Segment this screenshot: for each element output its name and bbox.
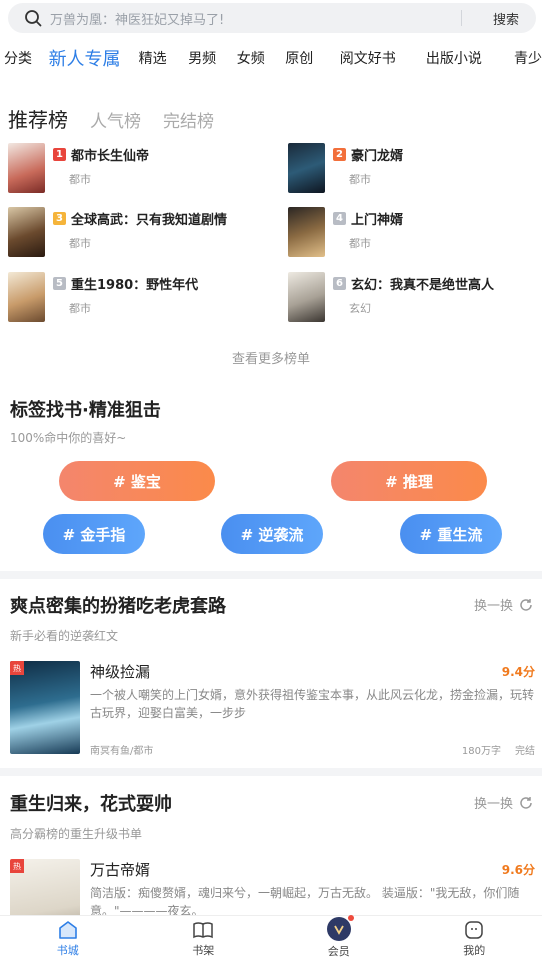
book-description: 一个被人嘲笑的上门女婿，意外获得祖传鉴宝本事，从此风云化龙，捞金捡漏，玩转古玩界… bbox=[90, 688, 535, 720]
nav-profile[interactable]: 我的 bbox=[407, 916, 542, 964]
rank-item[interactable]: 3 全球高武：只有我知道剧情 都市 bbox=[8, 207, 227, 257]
section-divider bbox=[0, 571, 542, 579]
tag-pill[interactable]: # 逆袭流 bbox=[221, 514, 323, 554]
nav-label: 我的 bbox=[463, 944, 486, 957]
book-author: 南冥有鱼/都市 bbox=[90, 746, 154, 757]
tab-published[interactable]: 出版小说 bbox=[426, 40, 514, 68]
book-cover bbox=[8, 207, 45, 257]
rank-number-badge: 2 bbox=[333, 148, 346, 161]
tab-new-user[interactable]: 新人专属 bbox=[49, 40, 139, 71]
tag-section-subtitle: 100%命中你的喜好~ bbox=[10, 431, 127, 445]
rank-item[interactable]: 5 重生1980：野性年代 都市 bbox=[8, 272, 198, 322]
tab-male[interactable]: 男频 bbox=[188, 40, 237, 68]
rank-book-tag: 都市 bbox=[69, 237, 91, 250]
book-status: 完结 bbox=[515, 746, 535, 757]
tab-good-books[interactable]: 阅文好书 bbox=[340, 40, 426, 68]
book-cover bbox=[288, 207, 325, 257]
book-card[interactable]: 热 神级捡漏 9.4分 一个被人嘲笑的上门女婿，意外获得祖传鉴宝本事，从此风云化… bbox=[10, 661, 535, 757]
section-subtitle: 新手必看的逆袭红文 bbox=[10, 629, 119, 643]
vip-icon bbox=[326, 915, 354, 941]
rank-book-title: 重生1980：野性年代 bbox=[71, 278, 199, 293]
rank-item[interactable]: 2 豪门龙婿 都市 bbox=[288, 143, 403, 193]
hot-badge: 热 bbox=[10, 661, 24, 675]
rank-number-badge: 4 bbox=[333, 212, 346, 225]
profile-icon bbox=[465, 921, 483, 939]
rank-book-tag: 都市 bbox=[349, 173, 371, 186]
refresh-button[interactable]: 换一换 bbox=[474, 595, 533, 614]
refresh-button[interactable]: 换一换 bbox=[474, 793, 533, 812]
nav-vip[interactable]: 会员 bbox=[271, 915, 407, 964]
section-title: 重生归来，花式耍帅 bbox=[10, 794, 172, 815]
bookstore-icon bbox=[58, 921, 77, 939]
rank-book-tag: 都市 bbox=[69, 173, 91, 186]
book-title: 万古帝婿 bbox=[90, 861, 151, 879]
refresh-label: 换一换 bbox=[474, 599, 514, 614]
search-divider bbox=[461, 10, 462, 26]
rank-number-badge: 3 bbox=[53, 212, 66, 225]
tab-youth[interactable]: 青少 bbox=[514, 40, 542, 68]
tab-finished-rank[interactable]: 完结榜 bbox=[163, 107, 214, 132]
rank-item[interactable]: 6 玄幻：我真不是绝世高人 玄幻 bbox=[288, 272, 494, 322]
section-subtitle: 高分霸榜的重生升级书单 bbox=[10, 827, 143, 841]
hot-badge: 热 bbox=[10, 859, 24, 873]
refresh-icon bbox=[520, 796, 532, 809]
tag-pill[interactable]: # 推理 bbox=[331, 461, 487, 501]
rank-book-tag: 都市 bbox=[69, 302, 91, 315]
book-word-count: 180万字 bbox=[461, 746, 501, 757]
tab-featured[interactable]: 精选 bbox=[139, 40, 189, 68]
book-score: 9.4分 bbox=[501, 665, 535, 679]
rank-item[interactable]: 1 都市长生仙帝 都市 bbox=[8, 143, 149, 193]
tag-pill[interactable]: # 鉴宝 bbox=[59, 461, 215, 501]
book-cover bbox=[8, 272, 45, 322]
nav-label: 会员 bbox=[327, 945, 350, 958]
book-cover: 热 bbox=[10, 661, 80, 754]
rank-book-title: 都市长生仙帝 bbox=[71, 149, 150, 164]
rank-item[interactable]: 4 上门神婿 都市 bbox=[288, 207, 403, 257]
tab-popular-rank[interactable]: 人气榜 bbox=[90, 107, 141, 132]
book-cover bbox=[288, 143, 325, 193]
notification-dot bbox=[347, 915, 354, 921]
tag-pill[interactable]: # 重生流 bbox=[400, 514, 502, 554]
book-cover bbox=[288, 272, 325, 322]
nav-label: 书城 bbox=[56, 944, 79, 957]
book-title: 神级捡漏 bbox=[90, 663, 151, 681]
tag-section-title: 标签找书·精准狙击 bbox=[10, 400, 161, 421]
book-cover bbox=[8, 143, 45, 193]
rank-number-badge: 5 bbox=[53, 277, 66, 290]
book-description: 简洁版：痴傻赘婿，魂归来兮，一朝崛起，万古无敌。 装逼版："我无敌，你们随意。"… bbox=[90, 886, 520, 915]
tab-original[interactable]: 原创 bbox=[285, 40, 339, 68]
search-icon bbox=[18, 3, 48, 33]
search-button[interactable]: 搜索 bbox=[476, 9, 536, 28]
more-rankings-link[interactable]: 查看更多榜单 bbox=[0, 348, 542, 367]
tab-category[interactable]: 分类 bbox=[4, 40, 49, 68]
rank-book-title: 豪门龙婿 bbox=[351, 149, 404, 164]
search-bar[interactable]: 万兽为凰：神医狂妃又掉马了! 搜索 bbox=[8, 3, 536, 33]
tag-pill[interactable]: # 金手指 bbox=[43, 514, 145, 554]
search-input[interactable]: 万兽为凰：神医狂妃又掉马了! bbox=[48, 9, 461, 28]
book-card[interactable]: 热 万古帝婿 9.6分 简洁版：痴傻赘婿，魂归来兮，一朝崛起，万古无敌。 装逼版… bbox=[10, 859, 535, 915]
refresh-icon bbox=[520, 598, 532, 611]
rank-tabs: 推荐榜 人气榜 完结榜 bbox=[8, 104, 236, 133]
rank-book-title: 上门神婿 bbox=[351, 213, 404, 228]
nav-bookshelf[interactable]: 书架 bbox=[136, 916, 272, 964]
rank-book-tag: 玄幻 bbox=[349, 302, 371, 315]
rank-book-tag: 都市 bbox=[349, 237, 371, 250]
bookshelf-icon bbox=[193, 922, 213, 939]
rank-number-badge: 1 bbox=[53, 148, 66, 161]
bottom-nav: 书城 书架 会员 我的 bbox=[0, 915, 542, 964]
tab-female[interactable]: 女频 bbox=[237, 40, 286, 68]
nav-bookstore[interactable]: 书城 bbox=[0, 916, 136, 964]
refresh-label: 换一换 bbox=[474, 797, 514, 812]
section-title: 爽点密集的扮猪吃老虎套路 bbox=[10, 596, 226, 617]
rank-book-title: 玄幻：我真不是绝世高人 bbox=[351, 278, 495, 293]
section-divider bbox=[0, 768, 542, 776]
rank-number-badge: 6 bbox=[333, 277, 346, 290]
nav-label: 书架 bbox=[192, 944, 215, 957]
tab-recommend-rank[interactable]: 推荐榜 bbox=[8, 104, 68, 133]
category-tabs: 分类 新人专属 精选 男频 女频 原创 阅文好书 出版小说 青少 bbox=[0, 40, 542, 80]
book-cover: 热 bbox=[10, 859, 80, 915]
book-meta: 南冥有鱼/都市 180万字 完结 bbox=[90, 742, 535, 757]
book-score: 9.6分 bbox=[501, 863, 535, 877]
rank-book-title: 全球高武：只有我知道剧情 bbox=[71, 213, 228, 228]
